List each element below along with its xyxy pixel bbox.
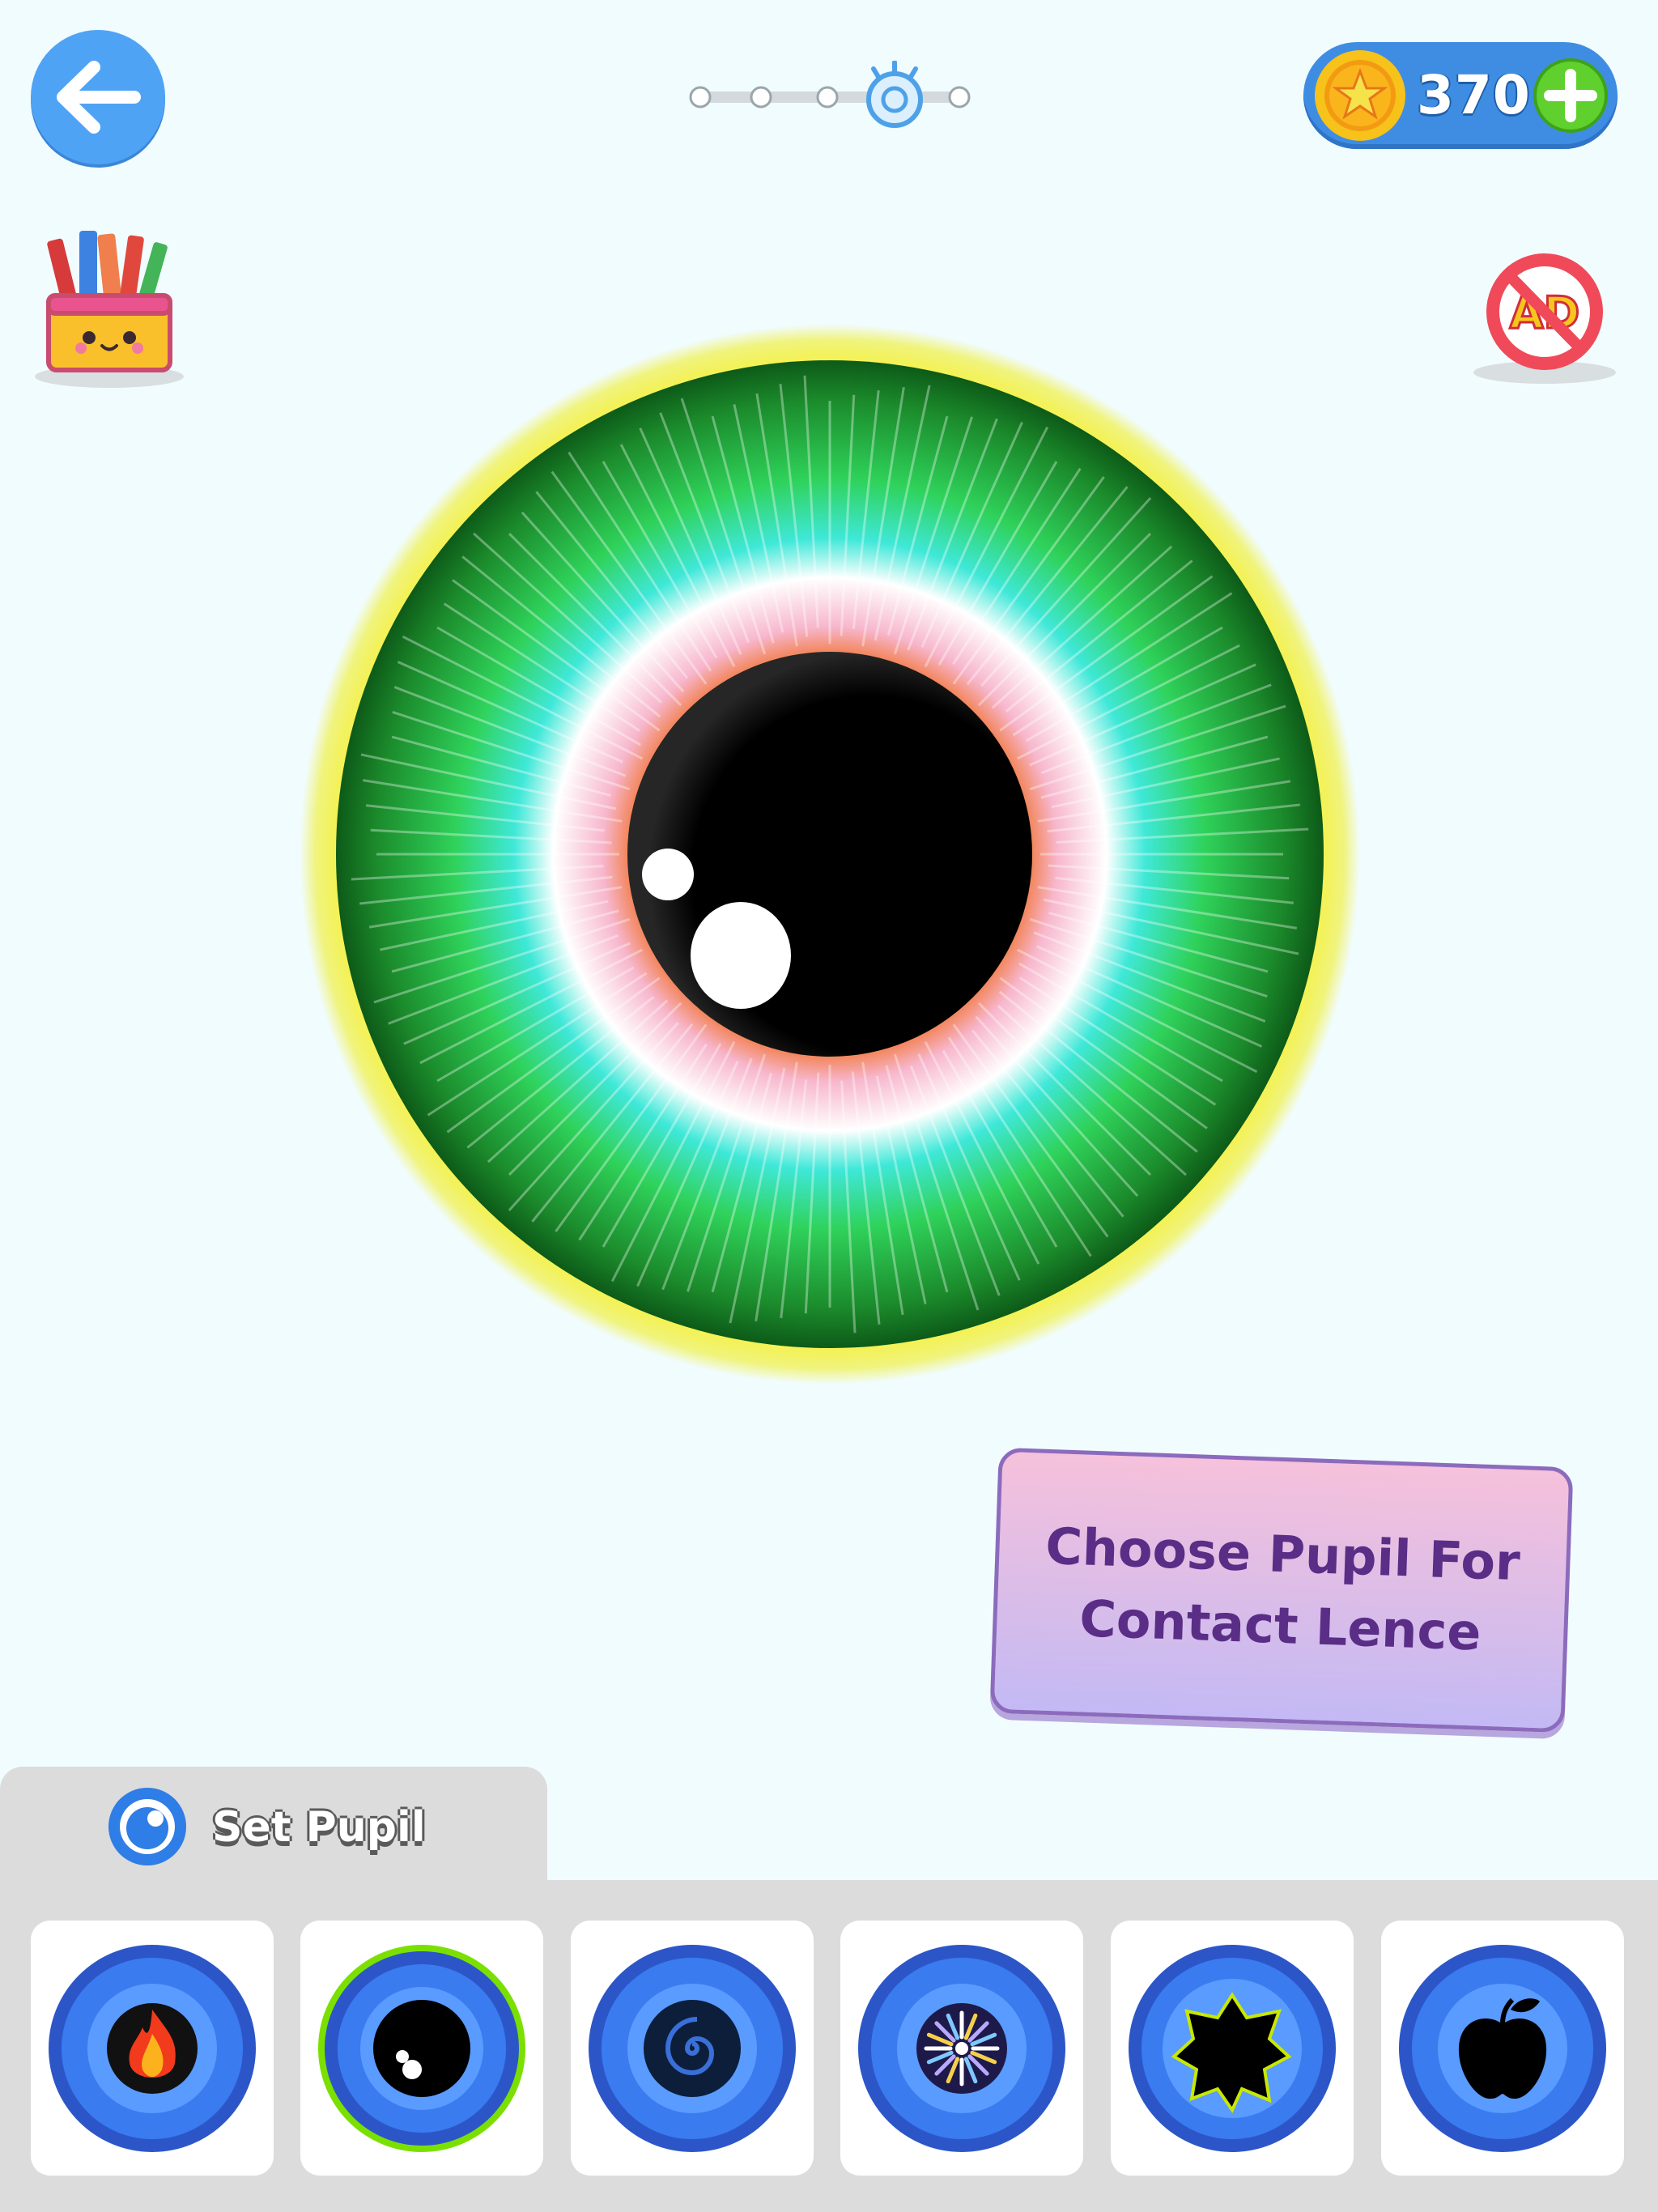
progress-step — [750, 86, 772, 108]
pupil-option-firework[interactable] — [840, 1921, 1083, 2176]
pupil-option-classic[interactable] — [300, 1921, 543, 2176]
add-coins-button[interactable] — [1533, 58, 1608, 133]
coin-value: 370 — [1417, 64, 1531, 126]
progress-step — [816, 86, 839, 108]
pupil-option-spiral[interactable] — [571, 1921, 814, 2176]
back-button[interactable] — [31, 30, 165, 164]
pupil-highlight — [691, 902, 791, 1009]
pupil-option-burst[interactable] — [1111, 1921, 1354, 2176]
pupil-option-fire[interactable] — [31, 1921, 274, 2176]
spiral-pupil-icon — [589, 1945, 796, 2152]
pupil-options-tray — [0, 1880, 1658, 2212]
pupil — [627, 652, 1032, 1057]
hint-text: Choose Pupil For Contact Lence — [1044, 1516, 1521, 1662]
apple-pupil-icon — [1399, 1945, 1606, 2152]
eye-icon — [866, 61, 923, 128]
level-progress — [689, 61, 971, 128]
pupil-icon — [108, 1788, 186, 1865]
contact-lens-preview — [300, 324, 1360, 1385]
classic-pupil-icon — [318, 1945, 525, 2152]
tab-label: Set Pupil — [212, 1803, 426, 1852]
pupil-option-apple[interactable] — [1381, 1921, 1624, 2176]
no-ads-icon[interactable]: AD — [1472, 243, 1618, 389]
hint-card: Choose Pupil For Contact Lence — [989, 1447, 1574, 1733]
arrow-left-icon — [57, 61, 141, 134]
tab-set-pupil[interactable]: Set Pupil — [0, 1767, 547, 1882]
fire-pupil-icon — [49, 1945, 256, 2152]
pupil-highlight — [642, 849, 694, 900]
progress-step — [689, 86, 712, 108]
progress-step — [948, 86, 971, 108]
crayon-box-icon[interactable] — [32, 231, 186, 393]
coin-counter: 370 — [1303, 42, 1618, 149]
burst-pupil-icon — [1129, 1945, 1336, 2152]
gold-star-coin-icon — [1315, 50, 1405, 141]
firework-pupil-icon — [858, 1945, 1065, 2152]
